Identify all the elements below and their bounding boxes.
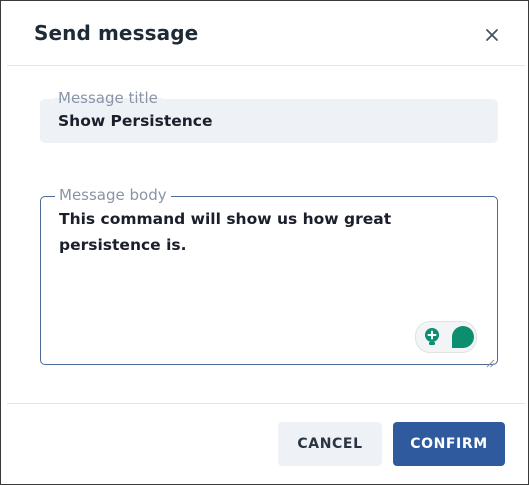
message-body-label: Message body: [55, 187, 171, 203]
writing-assistant-widget[interactable]: [415, 321, 477, 353]
screenshot-frame: Send message Message title Show Persiste…: [0, 0, 529, 485]
dialog-title: Send message: [34, 21, 199, 45]
confirm-button[interactable]: CONFIRM: [393, 422, 505, 466]
resize-handle-icon[interactable]: [486, 353, 495, 368]
message-title-field[interactable]: Message title Show Persistence: [40, 90, 498, 143]
send-message-dialog: Send message Message title Show Persiste…: [7, 7, 525, 481]
lightbulb-icon: [425, 328, 439, 345]
message-title-input[interactable]: Show Persistence: [58, 112, 213, 130]
dialog-header: Send message: [7, 7, 525, 66]
cancel-button[interactable]: CANCEL: [278, 422, 382, 466]
message-title-label: Message title: [54, 90, 162, 106]
speech-bubble-icon: [452, 326, 474, 348]
dialog-footer: CANCEL CONFIRM: [7, 403, 525, 482]
close-icon[interactable]: [482, 25, 502, 45]
writing-assistant-icons: [425, 326, 474, 348]
message-body-textarea[interactable]: This command will show us how great pers…: [59, 206, 481, 258]
message-body-field[interactable]: Message body This command will show us h…: [40, 187, 498, 368]
